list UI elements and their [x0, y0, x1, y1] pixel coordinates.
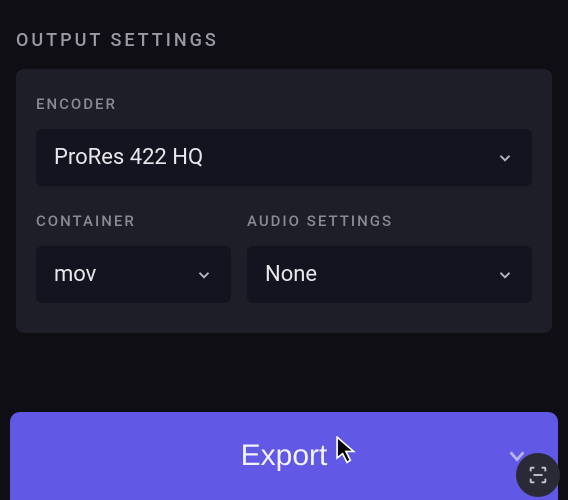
capture-icon — [527, 464, 549, 486]
chevron-down-icon — [496, 149, 514, 167]
encoder-dropdown[interactable]: ProRes 422 HQ — [36, 129, 532, 186]
capture-fab-button[interactable] — [516, 453, 560, 497]
chevron-down-icon — [195, 266, 213, 284]
encoder-label: ENCODER — [36, 95, 532, 113]
container-dropdown[interactable]: mov — [36, 246, 231, 303]
export-button[interactable]: Export — [10, 412, 558, 500]
encoder-value: ProRes 422 HQ — [54, 145, 203, 170]
audio-settings-value: None — [265, 262, 317, 287]
audio-settings-dropdown[interactable]: None — [247, 246, 532, 303]
container-label: CONTAINER — [36, 212, 231, 230]
audio-settings-label: AUDIO SETTINGS — [247, 212, 532, 230]
export-label: Export — [241, 439, 328, 473]
container-value: mov — [54, 262, 96, 287]
chevron-down-icon — [496, 266, 514, 284]
output-settings-panel: ENCODER ProRes 422 HQ CONTAINER mov AUDI… — [16, 69, 552, 333]
output-settings-title: OUTPUT SETTINGS — [0, 0, 568, 69]
